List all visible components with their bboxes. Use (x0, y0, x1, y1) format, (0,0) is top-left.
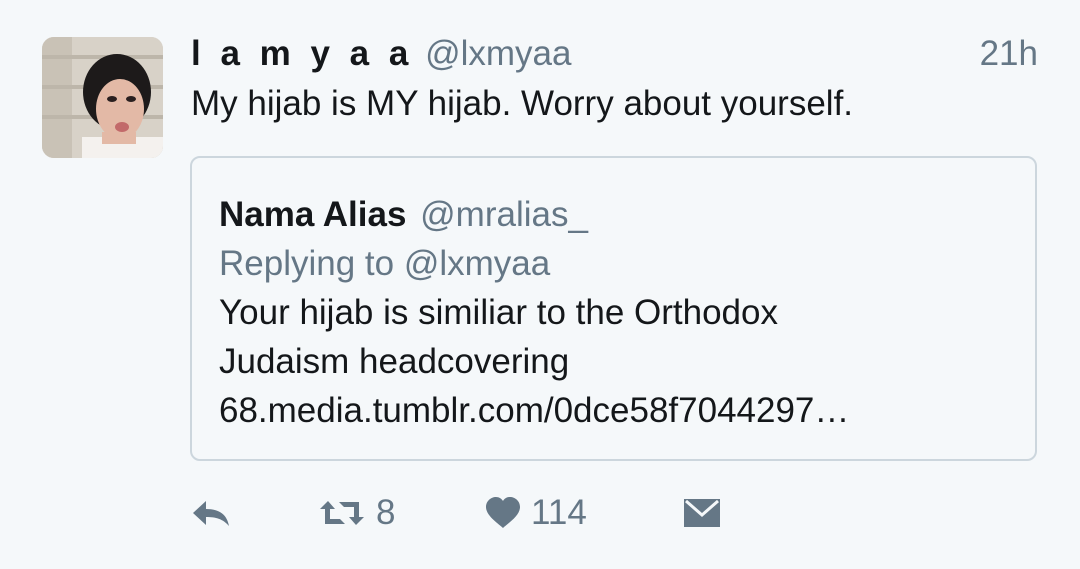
tweet-timestamp[interactable]: 21h (980, 32, 1038, 76)
author-handle[interactable]: @lxmyaa (425, 34, 571, 73)
quoted-tweet-card[interactable]: Nama Alias @mralias_ Replying to @lxmyaa… (190, 156, 1037, 461)
quoted-tweet-header: Nama Alias @mralias_ (219, 190, 849, 239)
heart-icon (486, 497, 520, 528)
author-display-name[interactable]: l a m y a a (191, 34, 413, 73)
quoted-replying-to: Replying to @lxmyaa (219, 244, 551, 283)
quoted-author-display-name: Nama Alias (219, 195, 407, 234)
retweet-icon (320, 501, 364, 525)
quoted-text-line: Your hijab is similiar to the Orthodox (219, 293, 778, 332)
retweet-count: 8 (376, 493, 396, 532)
tweet-text: My hijab is MY hijab. Worry about yourse… (191, 84, 854, 123)
avatar-image (42, 37, 163, 158)
quoted-author-handle: @mralias_ (420, 195, 588, 234)
quoted-link: 68.media.tumblr.com/0dce58f7044297… (219, 391, 850, 430)
author-avatar[interactable] (42, 37, 163, 158)
retweet-button[interactable]: 8 (318, 488, 395, 538)
direct-message-button[interactable] (683, 488, 721, 538)
reply-button[interactable] (190, 488, 232, 538)
like-count: 114 (531, 493, 587, 532)
tweet-actions: 8 114 (0, 488, 1080, 538)
envelope-icon (684, 499, 720, 527)
quoted-text-line: Judaism headcovering (219, 342, 570, 381)
like-button[interactable]: 114 (485, 488, 587, 538)
tweet-header: l a m y a a @lxmyaa (191, 32, 571, 76)
quoted-tweet-content: Nama Alias @mralias_ Replying to @lxmyaa… (219, 190, 849, 435)
tweet[interactable]: l a m y a a @lxmyaa 21h My hijab is MY h… (0, 0, 1080, 569)
reply-icon (193, 501, 229, 526)
